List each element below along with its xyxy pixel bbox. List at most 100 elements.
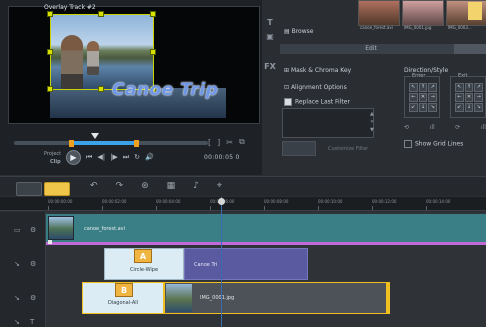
alignment-options[interactable]: ⊡ Alignment Options [284,84,347,91]
volume-icon[interactable]: 🔊 [145,153,154,162]
library-thumb-label: canoe_forest.avi [360,25,393,30]
filter-list-scrollbar[interactable]: ▲ ✕ ▼ [370,110,374,136]
filter-fx-icon[interactable]: FX [262,60,278,74]
clip-mode-label[interactable]: Clip [50,159,61,165]
track-visibility-icon[interactable]: ⚙ [30,226,36,234]
checkbox-icon [284,98,292,106]
repeat-icon[interactable]: ↻ [134,153,140,162]
pan-icon[interactable]: ⟲ [404,124,409,134]
graphic-icon[interactable]: ▣ [262,30,278,44]
show-grid-lines-checkbox[interactable]: Show Grid Lines [404,140,463,148]
mask-chroma-key-option[interactable]: ⊞ Mask & Chroma Key [284,67,351,74]
playhead-knob[interactable] [218,198,225,205]
resize-handle-tl[interactable] [47,11,53,17]
library-thumb[interactable] [358,0,400,26]
direction-button[interactable]: ↓ [418,103,428,112]
title-track-t-icon[interactable]: T [30,318,34,326]
auto-music-icon[interactable]: ♪ [193,181,199,193]
ruler-tick: 00:00:12:00 [372,199,397,204]
bars-icon[interactable]: ıll [430,124,435,134]
enter-label: Enter [411,73,427,79]
direction-button[interactable]: → [474,93,483,102]
direction-button[interactable]: ↑ [464,83,474,92]
ruler-tickmark [210,206,211,210]
resize-handle-b[interactable] [98,86,104,92]
enlarge-preview-icon[interactable]: ⧉ [239,137,245,147]
ruler-tick: 00:00:08:00 [264,199,289,204]
title-overlay-text[interactable]: Canoe Trip [112,80,218,100]
trim-marker-in[interactable] [69,140,74,147]
direction-button[interactable]: ↙ [455,103,464,112]
split-clip-icon[interactable]: ✂ [226,138,233,147]
mask-label: Mask & Chroma Key [290,67,352,74]
ruler-tickmark [264,206,265,210]
title-icon[interactable]: T [262,16,278,30]
clip-trim-handle[interactable] [386,282,390,314]
timeline-view-button[interactable] [44,182,70,196]
ruler-tickmark [156,206,157,210]
direction-button[interactable]: ↘ [428,103,437,112]
replace-last-filter-checkbox[interactable]: Replace Last Filter [284,98,350,106]
motion-tracking-icon[interactable]: ⌖ [217,181,222,193]
overlay-clip-frame[interactable] [50,14,154,90]
overlay-track-icon[interactable]: ↘ [14,294,20,302]
direction-button[interactable]: → [428,93,437,102]
mark-out-icon[interactable]: ] [217,138,220,147]
customize-filter-button[interactable]: Customize Filter [302,142,374,156]
filter-list[interactable] [282,108,374,138]
transport-controls: ⏮ ◀| |▶ ⏭ ↻ 🔊 [86,153,154,162]
motion-icon[interactable]: ⟳ [455,124,460,134]
track-visibility-icon[interactable]: ⚙ [30,294,36,302]
clip-marker[interactable] [48,240,52,244]
end-icon[interactable]: ⏭ [123,153,129,162]
tab-edit[interactable]: Edit [280,44,462,54]
project-mode-label[interactable]: Project [44,151,61,157]
direction-button[interactable]: ↖ [409,83,418,92]
title-track-icon[interactable]: ↘ [14,318,20,326]
direction-button[interactable]: ↑ [418,83,428,92]
direction-button[interactable]: ↖ [455,83,464,92]
next-frame-icon[interactable]: |▶ [110,153,118,162]
tab-attribute[interactable] [454,44,486,54]
ruler-tickmark [102,206,103,210]
resize-handle-l[interactable] [47,49,53,55]
direction-button[interactable]: ✕ [418,93,428,102]
resize-handle-r[interactable] [150,49,156,55]
previous-frame-icon[interactable]: ◀| [97,153,105,162]
resize-handle-tr[interactable] [150,11,156,17]
trim-range [72,141,136,145]
direction-button[interactable]: ↓ [464,103,474,112]
mark-in-icon[interactable]: [ [208,138,211,147]
redo-icon[interactable]: ↷ [116,181,124,193]
direction-button[interactable]: ← [409,93,418,102]
timecode-display[interactable]: 00:00:05 0 [204,154,240,161]
direction-button[interactable]: ↘ [474,103,483,112]
resize-handle-bl[interactable] [47,86,53,92]
video-track-icon[interactable]: ▭ [14,226,21,234]
checkbox-icon [404,140,412,148]
timeline-playhead[interactable] [221,197,222,327]
record-capture-icon[interactable]: ⊛ [141,181,149,193]
direction-button[interactable]: ✕ [464,93,474,102]
enter-direction-box: Enter ↖ ↑ ↗ ← ✕ → ↙ ↓ ↘ [404,73,440,118]
resize-handle-t[interactable] [98,11,104,17]
direction-button[interactable]: ↙ [409,103,418,112]
trim-marker-out[interactable] [134,140,139,147]
home-icon[interactable]: ⏮ [86,153,92,162]
track-visibility-icon[interactable]: ⚙ [30,260,36,268]
sound-mixer-icon[interactable]: ▦ [167,181,176,193]
direction-button[interactable]: ← [455,93,464,102]
library-folder-icon[interactable] [468,2,482,20]
browse-button[interactable]: ▤ Browse [284,28,344,40]
image-clip[interactable] [164,282,390,314]
timeline-ruler[interactable] [0,197,486,211]
overlay-track-icon[interactable]: ↘ [14,260,20,268]
direction-button[interactable]: ↗ [428,83,437,92]
fade-icon[interactable]: ıll [481,124,486,134]
direction-button[interactable]: ↗ [474,83,483,92]
play-button[interactable]: ▶ [66,150,81,165]
storyboard-view-button[interactable] [16,182,42,196]
library-thumb[interactable] [402,0,444,26]
scrubber-handle[interactable] [91,133,99,139]
undo-icon[interactable]: ↶ [90,181,98,193]
